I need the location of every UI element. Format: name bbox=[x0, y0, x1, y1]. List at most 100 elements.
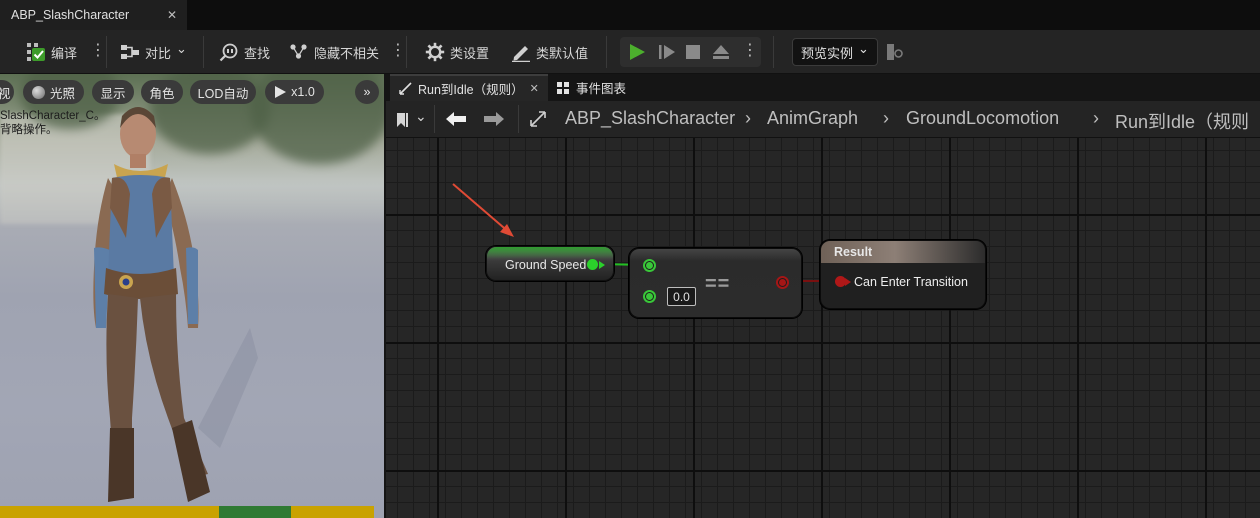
hide-unrelated-button[interactable]: 隐藏不相关 bbox=[289, 38, 379, 66]
compile-icon bbox=[27, 43, 45, 61]
playback-speed-button[interactable]: x1.0 bbox=[265, 80, 324, 104]
character-button[interactable]: 角色 bbox=[141, 80, 183, 104]
ground-speed-node[interactable]: Ground Speed bbox=[486, 246, 614, 281]
document-tab[interactable]: ABP_SlashCharacter ✕ bbox=[0, 0, 187, 30]
main-toolbar: 编译 ⋮ 对比 ⌄ 查找 隐藏不相关 ⋮ 类设置 类默认值 ⋮ 预览实例 ⌄ bbox=[0, 30, 1260, 74]
hide-unrelated-icon bbox=[290, 44, 307, 59]
viewport-warning-bar bbox=[0, 506, 374, 518]
input-pin-b-dot bbox=[646, 293, 653, 300]
view-mode-button[interactable]: 视 bbox=[0, 80, 14, 104]
title-bar: ABP_SlashCharacter ✕ bbox=[0, 0, 1260, 30]
transition-icon bbox=[399, 82, 412, 95]
step-forward-icon[interactable] bbox=[658, 43, 676, 61]
hide-unrelated-label: 隐藏不相关 bbox=[314, 45, 380, 61]
viewport-info-line: 背略操作。 bbox=[0, 124, 58, 136]
play-controls: ⋮ bbox=[620, 37, 761, 67]
lod-button[interactable]: LOD自动 bbox=[190, 80, 256, 104]
breadcrumb-item[interactable]: GroundLocomotion bbox=[906, 108, 1059, 129]
diff-icon bbox=[121, 45, 139, 59]
breadcrumb-item[interactable]: AnimGraph bbox=[767, 108, 858, 129]
document-tab-title: ABP_SlashCharacter bbox=[11, 8, 130, 22]
character-label: 角色 bbox=[149, 86, 175, 101]
toolbar-divider bbox=[773, 36, 774, 68]
breadcrumb-divider bbox=[518, 105, 519, 133]
graph-tab-bar: Run到Idle（规则） ✕ 事件图表 bbox=[386, 74, 1260, 101]
bookmark-icon bbox=[397, 112, 408, 127]
apply-button[interactable] bbox=[219, 506, 291, 518]
double-chevron-right-icon: » bbox=[363, 85, 371, 99]
viewport-info-text: SlashCharacter_C。 背略操作。 bbox=[0, 109, 105, 137]
find-button[interactable]: 查找 bbox=[219, 38, 270, 66]
show-label: 显示 bbox=[100, 86, 126, 101]
preview-viewport[interactable]: 视 光照 显示 角色 LOD自动 x1.0 » SlashCharacter_C… bbox=[0, 74, 384, 518]
breadcrumb: ⌄ ABP_SlashCharacter › AnimGraph › Groun… bbox=[386, 101, 1260, 138]
result-node[interactable]: Result Can Enter Transition bbox=[820, 240, 986, 309]
play-options-icon[interactable]: ⋮ bbox=[742, 43, 758, 59]
graph-canvas[interactable]: Ground Speed == 0.0 Result Can Enter Tra… bbox=[386, 138, 1260, 518]
bool-output-pin-dot bbox=[779, 279, 786, 286]
class-defaults-button[interactable]: 类默认值 bbox=[511, 38, 588, 66]
chevron-down-icon: ⌄ bbox=[415, 108, 427, 124]
preview-instance-label: 预览实例 bbox=[801, 45, 854, 61]
compile-label: 编译 bbox=[51, 45, 78, 61]
expand-icon[interactable] bbox=[529, 110, 547, 128]
toolbar-divider bbox=[106, 36, 107, 68]
close-icon[interactable]: ✕ bbox=[530, 82, 539, 95]
lit-sphere-icon bbox=[31, 85, 45, 99]
search-icon bbox=[219, 43, 238, 62]
annotation-arrow bbox=[452, 183, 511, 234]
forward-arrow-icon[interactable] bbox=[483, 111, 505, 127]
find-label: 查找 bbox=[244, 45, 271, 61]
lod-label: LOD自动 bbox=[197, 86, 249, 101]
default-value-input[interactable]: 0.0 bbox=[667, 287, 696, 306]
hide-unrelated-options-icon[interactable]: ⋮ bbox=[390, 43, 406, 59]
breadcrumb-separator: › bbox=[745, 108, 751, 128]
breadcrumb-item[interactable]: Run到Idle（规则 bbox=[1115, 108, 1249, 134]
tab-event-graph[interactable]: 事件图表 bbox=[556, 74, 676, 101]
chevron-down-icon: ⌄ bbox=[858, 41, 869, 56]
toolbar-divider bbox=[203, 36, 204, 68]
compile-options-icon[interactable]: ⋮ bbox=[90, 43, 106, 59]
breadcrumb-item[interactable]: ABP_SlashCharacter bbox=[565, 108, 735, 129]
breadcrumb-separator: › bbox=[883, 108, 889, 128]
pin-arrow-icon bbox=[845, 278, 851, 286]
debug-object-icon[interactable] bbox=[886, 43, 904, 61]
event-graph-icon bbox=[557, 81, 569, 94]
lit-mode-label: 光照 bbox=[49, 86, 75, 101]
breadcrumb-separator: › bbox=[1093, 108, 1099, 128]
class-defaults-label: 类默认值 bbox=[536, 45, 589, 61]
pin-arrow-icon bbox=[599, 261, 605, 269]
close-icon[interactable]: ✕ bbox=[167, 8, 177, 22]
tab-label: 事件图表 bbox=[576, 82, 627, 96]
show-button[interactable]: 显示 bbox=[92, 80, 134, 104]
diff-label: 对比 bbox=[145, 45, 172, 61]
view-mode-label: 视 bbox=[0, 86, 11, 101]
play-icon[interactable] bbox=[628, 43, 646, 61]
stop-icon[interactable] bbox=[685, 44, 701, 60]
ground-speed-label: Ground Speed bbox=[505, 258, 587, 272]
diff-button[interactable]: 对比 ⌄ bbox=[120, 38, 187, 66]
class-settings-button[interactable]: 类设置 bbox=[425, 38, 489, 66]
play-icon bbox=[275, 86, 287, 98]
breadcrumb-divider bbox=[434, 105, 435, 133]
compile-button[interactable]: 编译 bbox=[26, 38, 77, 66]
toolbar-divider bbox=[606, 36, 607, 68]
can-enter-transition-label: Can Enter Transition bbox=[854, 275, 968, 289]
bookmark-dropdown[interactable]: ⌄ bbox=[396, 108, 427, 128]
eject-icon[interactable] bbox=[712, 43, 730, 61]
result-header-label: Result bbox=[834, 245, 873, 259]
class-settings-label: 类设置 bbox=[450, 45, 490, 61]
more-options-button[interactable]: » bbox=[355, 80, 379, 104]
playback-speed-label: x1.0 bbox=[291, 85, 315, 99]
preview-instance-dropdown[interactable]: 预览实例 ⌄ bbox=[792, 38, 878, 66]
equals-node[interactable]: == 0.0 bbox=[629, 248, 802, 318]
input-pin-a-dot bbox=[646, 262, 653, 269]
lit-mode-button[interactable]: 光照 bbox=[23, 80, 84, 104]
toolbar-divider bbox=[406, 36, 407, 68]
chevron-down-icon: ⌄ bbox=[176, 41, 187, 56]
back-arrow-icon[interactable] bbox=[445, 111, 467, 127]
tab-run-to-idle-rule[interactable]: Run到Idle（规则） ✕ bbox=[390, 74, 548, 101]
pencil-icon bbox=[512, 46, 530, 62]
tab-label: Run到Idle（规则） bbox=[418, 83, 524, 97]
float-output-pin[interactable] bbox=[587, 259, 598, 270]
